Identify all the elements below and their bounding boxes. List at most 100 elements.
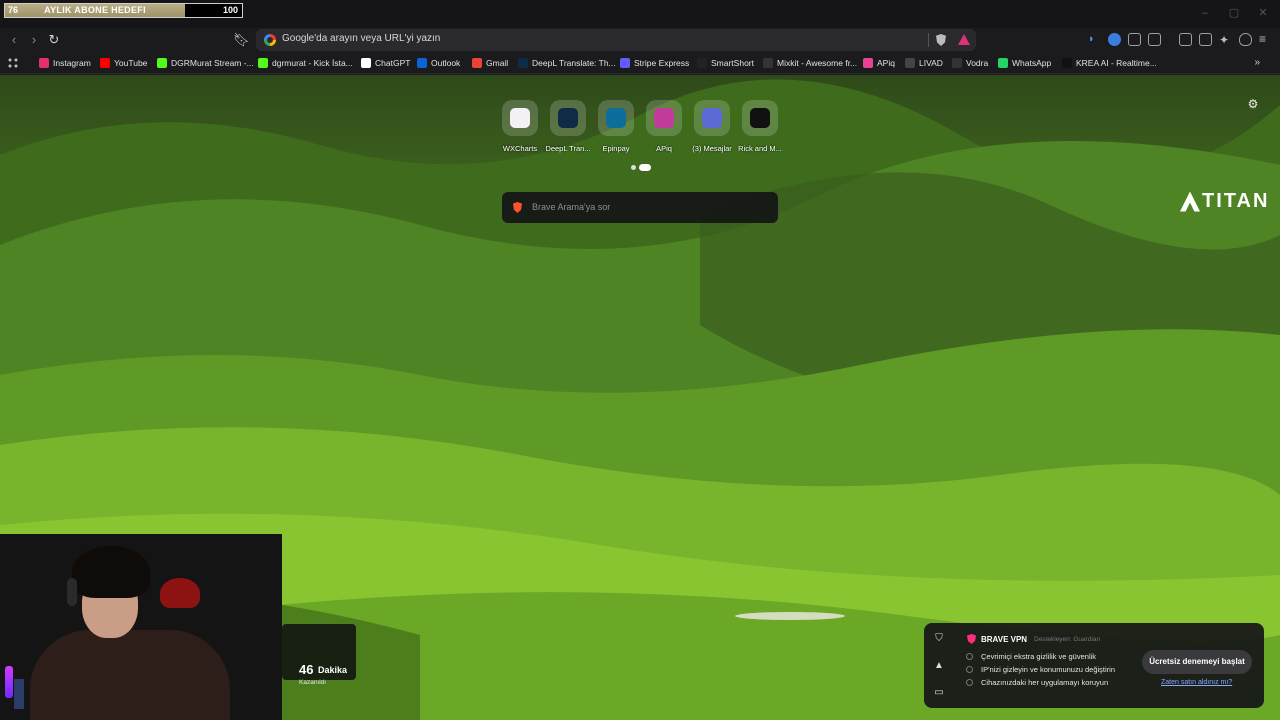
card-switcher: ⛉ ▲ ▭ [924, 623, 954, 708]
top-site-tile[interactable]: Rick and M... [738, 100, 782, 153]
top-site-icon-frame[interactable] [742, 100, 778, 136]
santa-hat [160, 578, 200, 608]
top-site-favicon-icon [558, 108, 578, 128]
forward-icon[interactable]: › [26, 32, 42, 48]
top-site-icon-frame[interactable] [550, 100, 586, 136]
bookmark-item[interactable]: DGRMurat Stream -... [157, 56, 254, 70]
bookmark-item[interactable]: Gmail [472, 56, 508, 70]
address-placeholder[interactable]: Google'da arayın veya URL'yi yazın [282, 33, 440, 44]
top-sites-pager[interactable] [631, 163, 653, 171]
pager-dot[interactable] [631, 165, 636, 170]
bookmark-item[interactable]: Stripe Express [620, 56, 689, 70]
bookmark-item[interactable]: KREA AI - Realtime... [1062, 56, 1157, 70]
bookmark-item[interactable]: SmartShort [697, 56, 754, 70]
wallet-icon[interactable] [1199, 33, 1212, 46]
bookmark-item[interactable]: ChatGPT [361, 56, 410, 70]
bookmark-label: KREA AI - Realtime... [1076, 58, 1157, 68]
top-site-tile[interactable]: (3) Mesajlar [692, 100, 732, 153]
top-site-icon-frame[interactable] [598, 100, 634, 136]
bookmark-item[interactable]: Instagram [39, 56, 91, 70]
address-bar[interactable]: Google'da arayın veya URL'yi yazın [256, 29, 976, 51]
bookmark-label: Outlook [431, 58, 461, 68]
minimize-icon[interactable]: – [1198, 6, 1212, 20]
vpn-feature-text: IP'nizi gizleyin ve konumunuzu değiştiri… [981, 665, 1116, 674]
bookmark-icon[interactable]: 🔖︎ [233, 32, 250, 48]
vpn-feature: IP'nizi gizleyin ve konumunuzu değiştiri… [966, 665, 1115, 674]
bookmark-item[interactable]: dgrmurat - Kick İsta... [258, 56, 353, 70]
top-site-favicon-icon [606, 108, 626, 128]
bookmark-item[interactable]: Mixkit - Awesome fr... [763, 56, 857, 70]
leo-ai-icon[interactable]: ✦ [1219, 33, 1232, 47]
bookmark-favicon-icon [39, 58, 49, 68]
bookmark-item[interactable]: WhatsApp [998, 56, 1051, 70]
top-site-icon-frame[interactable] [646, 100, 682, 136]
bookmark-favicon-icon [417, 58, 427, 68]
top-site-favicon-icon [510, 108, 530, 128]
top-site-tile[interactable]: APiq [644, 100, 684, 153]
bookmark-favicon-icon [998, 58, 1008, 68]
bookmark-favicon-icon [863, 58, 873, 68]
start-trial-button[interactable]: Ücretsiz denemeyi başlat [1142, 650, 1252, 674]
already-purchased-link[interactable]: Zaten satın aldınız mı? [1161, 679, 1232, 686]
maximize-icon[interactable]: ▢ [1227, 6, 1241, 20]
media-icon[interactable]: ◗ [1088, 33, 1101, 46]
google-icon [264, 34, 276, 46]
pager-dot-active[interactable] [639, 164, 651, 171]
apps-grid-icon[interactable] [7, 57, 19, 69]
tab-icon[interactable] [1148, 33, 1161, 46]
back-icon[interactable]: ‹ [6, 32, 22, 48]
bookmark-label: ChatGPT [375, 58, 411, 68]
bookmark-item[interactable]: APiq [863, 56, 895, 70]
bookmark-favicon-icon [157, 58, 167, 68]
bookmark-label: YouTube [114, 58, 148, 68]
bookmark-favicon-icon [518, 58, 528, 68]
subscriber-goal-bar: 76 AYLIK ABONE HEDEFI 100 [4, 3, 243, 18]
bookmark-item[interactable]: Vodra [952, 56, 988, 70]
puzzle-icon[interactable] [1128, 33, 1141, 46]
bookmark-favicon-icon [472, 58, 482, 68]
top-site-icon-frame[interactable] [502, 100, 538, 136]
vpn-title: BRAVE VPN [981, 635, 1028, 644]
top-site-tile[interactable]: Epinpay [596, 100, 636, 153]
goal-target: 100 [222, 5, 238, 15]
close-icon[interactable]: ✕ [1256, 6, 1270, 20]
minutes-earned-widget: 46 Dakika Kazanıldı [282, 624, 356, 686]
sidebar-icon[interactable] [1179, 33, 1192, 46]
search-box[interactable]: Brave Arama'ya sor [502, 192, 778, 223]
vpn-icon[interactable] [1239, 33, 1252, 46]
top-site-tile[interactable]: WXCharts [500, 100, 540, 153]
bookmark-item[interactable]: Outlook [417, 56, 460, 70]
titan-logo: TITAN [1180, 190, 1269, 213]
warning-icon[interactable]: ▲ [933, 660, 945, 672]
bookmarks-bar: Instagram YouTube DGRMurat Stream -... dgrm… [0, 52, 1280, 74]
search-placeholder[interactable]: Brave Arama'ya sor [532, 202, 610, 212]
vpn-feature-text: Çevrimiçi ekstra gizlilik ve güvenlik [981, 652, 1097, 661]
brave-rewards-icon[interactable] [958, 34, 970, 45]
address-divider [928, 33, 929, 47]
vpn-feature-text: Cihazınızdaki her uygulamayı koruyun [981, 678, 1109, 687]
bookmark-item[interactable]: DeepL Translate: Th... [518, 56, 616, 70]
card-icon[interactable]: ▭ [933, 687, 945, 699]
reload-icon[interactable]: ↻ [46, 32, 62, 48]
vpn-feature: Cihazınızdaki her uygulamayı koruyun [966, 678, 1108, 687]
bookmarks-overflow-icon[interactable]: » [1254, 57, 1260, 68]
bookmark-label: DeepL Translate: Th... [532, 58, 616, 68]
bookmark-item[interactable]: LIVAD [905, 56, 943, 70]
bookmark-item[interactable]: YouTube [100, 56, 147, 70]
goal-label: AYLIK ABONE HEDEFI [44, 5, 146, 15]
top-site-tile[interactable]: DeepL Tran... [545, 100, 591, 153]
settings-gear-icon[interactable]: ⚙ [1246, 97, 1260, 111]
shield-icon[interactable]: ⛉ [933, 633, 945, 645]
brave-shields-icon[interactable] [936, 34, 946, 46]
monitor-glow [14, 679, 24, 709]
check-icon [966, 679, 973, 686]
extension-icon[interactable] [1108, 33, 1121, 46]
minutes-unit: Dakika [318, 665, 348, 675]
bookmark-label: Gmail [486, 58, 509, 68]
bookmark-label: Stripe Express [634, 58, 690, 68]
menu-icon[interactable]: ≡ [1259, 33, 1272, 46]
titan-logo-text: TITAN [1202, 190, 1270, 212]
bookmark-favicon-icon [952, 58, 962, 68]
bookmark-favicon-icon [361, 58, 371, 68]
top-site-icon-frame[interactable] [694, 100, 730, 136]
